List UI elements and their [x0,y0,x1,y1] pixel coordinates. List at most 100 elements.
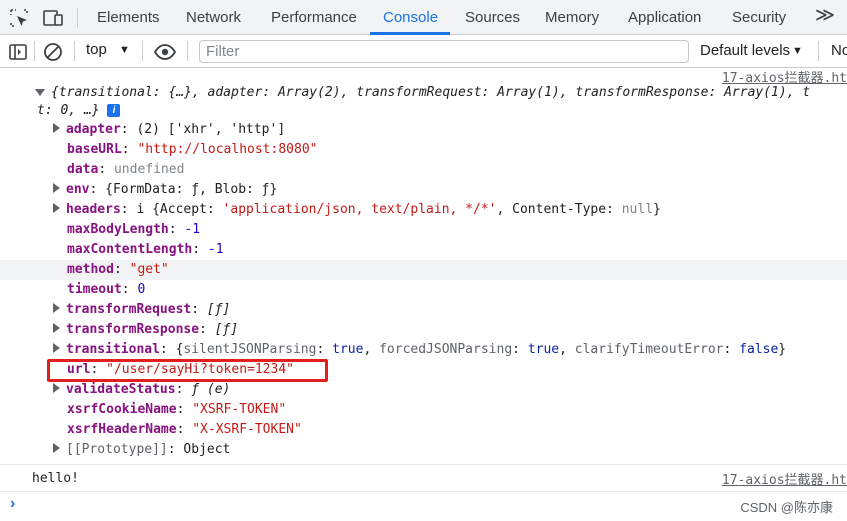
prop-key: adapter [66,122,121,137]
triangle-right-icon[interactable] [53,123,60,133]
prop-xsrfheadername: xsrfHeaderName: "X-XSRF-TOKEN" [67,422,302,437]
prop-method: method: "get" [67,262,169,277]
inspect-element-icon[interactable] [8,7,30,29]
tab-separator [77,8,78,28]
triangle-right-icon[interactable] [53,203,60,213]
prop-key: data [67,162,99,177]
prop-key: maxBodyLength [67,222,169,237]
devtools-tab-bar: Elements Network Performance Console Sou… [0,0,847,35]
prop-xsrfcookiename: xsrfCookieName: "XSRF-TOKEN" [67,402,287,417]
tab-network[interactable]: Network [186,0,241,35]
toolbar-separator [818,41,819,61]
prop-key: transformResponse [66,322,200,337]
prop-baseurl: baseURL: "http://localhost:8080" [67,142,318,157]
more-tabs-button[interactable]: ≫ [815,4,835,27]
prop-key: xsrfHeaderName [67,422,177,437]
log-divider [0,491,847,492]
prop-value: "XSRF-TOKEN" [192,402,287,417]
prop-transitional[interactable]: transitional: {silentJSONParsing: true, … [53,340,786,360]
prop-value: undefined [113,162,185,177]
source-link[interactable]: 17-axios拦截器.ht [722,469,847,488]
log-levels-dropdown[interactable]: Default levels [700,42,790,59]
tab-security[interactable]: Security [732,0,786,35]
issues-counter[interactable]: No [831,42,847,59]
prop-env[interactable]: env: {FormData: ƒ, Blob: ƒ} [53,180,277,200]
prop-value: [ƒ] [214,322,239,337]
prop-key: xsrfCookieName [67,402,177,417]
tab-memory[interactable]: Memory [545,0,599,35]
prop-value: 'application/json, text/plain, */*' [222,202,497,217]
prop-key: headers [66,202,121,217]
context-selector[interactable]: top [86,41,107,58]
prop-value: ƒ (e) [191,382,231,397]
prop-value: 0 [137,282,146,297]
toolbar-separator [187,41,188,61]
prop-key: baseURL [67,142,122,157]
filter-field[interactable] [199,40,689,63]
prop-value: , Content-Type: [496,202,622,217]
prop-value: {FormData: ƒ, Blob: ƒ} [105,182,278,197]
expand-toggle[interactable] [35,83,51,103]
prop-subkey: forcedJSONParsing [379,342,513,357]
toolbar-separator [34,41,35,61]
prompt-chevron-icon[interactable]: › [10,495,15,513]
triangle-right-icon[interactable] [53,383,60,393]
prop-validatestatus[interactable]: validateStatus: ƒ (e) [53,380,230,400]
log-message: hello! [32,471,79,486]
prop-value: true [527,342,560,357]
triangle-right-icon[interactable] [53,303,60,313]
prop-maxbodylength: maxBodyLength: -1 [67,222,201,237]
prop-subkey: silentJSONParsing [183,342,317,357]
tab-performance[interactable]: Performance [271,0,357,35]
prop-key: method [67,262,114,277]
url-highlight-box [47,359,328,382]
prop-value: -1 [207,242,224,257]
prop-value: -1 [184,222,201,237]
prop-timeout: timeout: 0 [67,282,146,297]
sidebar-toggle-icon[interactable] [7,41,29,63]
triangle-right-icon[interactable] [53,343,60,353]
filter-input[interactable] [200,41,688,62]
triangle-right-icon[interactable] [53,323,60,333]
prop-key: transformRequest [66,302,192,317]
chevron-down-icon[interactable]: ▼ [119,44,130,56]
eye-icon[interactable] [154,41,176,63]
device-toolbar-icon[interactable] [42,7,64,29]
prop-value: [ƒ] [206,302,231,317]
prop-subkey: clarifyTimeoutError [574,342,724,357]
prop-value: } [778,342,787,357]
triangle-right-icon[interactable] [53,443,60,453]
tab-sources[interactable]: Sources [465,0,520,35]
prop-key: timeout [67,282,122,297]
prop-headers[interactable]: headers: i {Accept: 'application/json, t… [53,200,661,220]
prop-transformresponse[interactable]: transformResponse: [ƒ] [53,320,238,340]
triangle-down-icon[interactable] [35,89,45,96]
prop-value: "X-XSRF-TOKEN" [192,422,302,437]
tab-elements[interactable]: Elements [97,0,160,35]
tab-application[interactable]: Application [628,0,701,35]
watermark: CSDN @陈亦康 [740,500,833,515]
clear-console-icon[interactable] [42,41,64,63]
console-toolbar: top ▼ Default levels ▼ No [0,35,847,68]
prop-key: env [66,182,90,197]
info-icon[interactable]: i [107,104,121,117]
tab-console[interactable]: Console [383,0,438,35]
log-divider [0,464,847,465]
prop-key: maxContentLength [67,242,193,257]
prop-value: i {Accept: [136,202,223,217]
toolbar-separator [74,41,75,61]
prop-value: null [621,202,654,217]
prop-value: false [739,342,779,357]
object-summary-tail: t: 0, …} [37,103,100,118]
prop-key: validateStatus [66,382,176,397]
prop-key: [[Prototype]] [66,442,168,457]
prop-prototype[interactable]: [[Prototype]]: Object [53,440,230,460]
prop-transformrequest[interactable]: transformRequest: [ƒ] [53,300,230,320]
prop-value: (2) ['xhr', 'http'] [136,122,286,137]
prop-adapter[interactable]: adapter: (2) ['xhr', 'http'] [53,120,285,140]
prop-data: data: undefined [67,162,185,177]
chevron-down-icon[interactable]: ▼ [792,45,803,57]
triangle-right-icon[interactable] [53,183,60,193]
object-summary-wrap: t: 0, …} i [37,101,121,121]
prop-value: "http://localhost:8080" [137,142,318,157]
